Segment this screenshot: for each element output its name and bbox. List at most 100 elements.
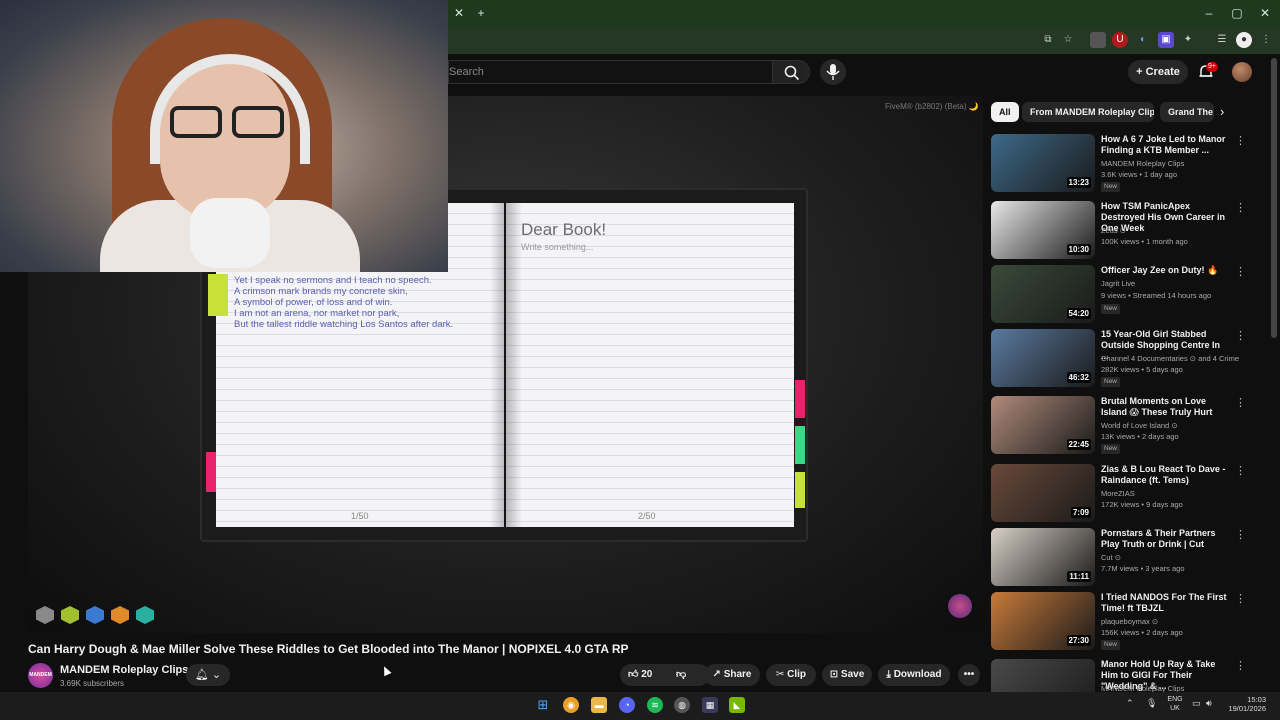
- recommendation-item[interactable]: 22:45 Brutal Moments on Love Island 😱 Th…: [991, 396, 1253, 458]
- display-icon[interactable]: ▭: [1192, 698, 1201, 709]
- new-badge: New: [1101, 444, 1121, 454]
- download-button[interactable]: ⤓ Download: [878, 664, 950, 686]
- recommendation-channel[interactable]: Cut ⊙: [1101, 553, 1241, 562]
- search-input[interactable]: Search: [448, 60, 772, 84]
- save-button[interactable]: ⊡ Save: [822, 664, 872, 686]
- recommendation-meta: 13K views • 2 days ago: [1101, 432, 1179, 441]
- video-thumbnail[interactable]: 11:11: [991, 528, 1095, 586]
- chip-grand-theft[interactable]: Grand The: [1160, 102, 1214, 122]
- recommendation-channel[interactable]: Zeus ⊙: [1101, 226, 1241, 235]
- file-explorer-icon[interactable]: ▬: [591, 697, 607, 713]
- recommendation-channel[interactable]: MoreZIAS: [1101, 489, 1241, 498]
- webcam-glasses: [170, 106, 222, 138]
- more-vertical-icon[interactable]: ⋮: [1235, 528, 1246, 541]
- subscription-bell-button[interactable]: 🔔︎ ⌄: [186, 664, 230, 686]
- recommendation-channel[interactable]: Channel 4 Documentaries ⊙ and 4 Crime: [1101, 354, 1241, 363]
- chrome-icon[interactable]: ◉: [563, 697, 579, 713]
- save-label: Save: [840, 669, 865, 680]
- create-button[interactable]: + Create: [1128, 60, 1188, 84]
- channel-avatar[interactable]: MANDEM: [28, 663, 53, 688]
- share-label: Share: [723, 669, 752, 680]
- recommendation-item[interactable]: 11:11 Pornstars & Their Partners Play Tr…: [991, 528, 1253, 590]
- discord-icon[interactable]: ◔: [619, 697, 635, 713]
- volume-icon[interactable]: 🔊︎: [1206, 698, 1212, 709]
- clip-button[interactable]: ✂ Clip: [766, 664, 816, 686]
- recommendation-title[interactable]: Brutal Moments on Love Island 😱 These Tr…: [1101, 396, 1229, 418]
- obs-icon[interactable]: ◍: [674, 697, 690, 713]
- input-language[interactable]: ENG UK: [1164, 695, 1186, 713]
- recommendation-title[interactable]: Pornstars & Their Partners Play Truth or…: [1101, 528, 1229, 550]
- sidebar-scrollbar[interactable]: [1271, 58, 1277, 338]
- new-tab-icon[interactable]: +: [468, 0, 494, 26]
- recommendation-channel[interactable]: plaqueboymax ⊙: [1101, 617, 1241, 626]
- recommendation-item[interactable]: 7:09 Zias & B Lou React To Dave - Rainda…: [991, 464, 1253, 526]
- recommendation-title[interactable]: I Tried NANDOS For The First Time! ft TB…: [1101, 592, 1229, 614]
- chevron-up-icon[interactable]: ⌃: [1126, 698, 1134, 709]
- video-duration: 11:11: [1067, 571, 1091, 582]
- recommendation-title[interactable]: Zias & B Lou React To Dave - Raindance (…: [1101, 464, 1229, 486]
- channel-watermark-icon[interactable]: [948, 594, 972, 618]
- voice-search-button[interactable]: [820, 59, 846, 85]
- system-clock[interactable]: 15:03 19/01/2026: [1222, 695, 1266, 713]
- recommendation-item[interactable]: 54:20 Officer Jay Zee on Duty! 🔥 Jagrit …: [991, 265, 1253, 327]
- nvidia-icon[interactable]: ◣: [729, 697, 745, 713]
- minimize-icon[interactable]: –: [1196, 0, 1222, 26]
- chip-all[interactable]: All: [991, 102, 1019, 122]
- channel-name[interactable]: MANDEM Roleplay Clips: [60, 664, 188, 676]
- more-vertical-icon[interactable]: ⋮: [1235, 592, 1246, 605]
- more-vertical-icon[interactable]: ⋮: [1235, 659, 1246, 672]
- video-thumbnail[interactable]: [991, 659, 1095, 692]
- recommendation-item[interactable]: Manor Hold Up Ray & Take Him to GIGI For…: [991, 659, 1253, 692]
- recommendation-item[interactable]: 46:32 15 Year-Old Girl Stabbed Outside S…: [991, 329, 1253, 391]
- windows-start-icon[interactable]: ⊞: [535, 697, 551, 713]
- bookmark-tab-pink: [206, 452, 216, 492]
- video-thumbnail[interactable]: 46:32: [991, 329, 1095, 387]
- more-vertical-icon[interactable]: ⋮: [1235, 134, 1246, 147]
- dislike-button[interactable]: 👎︎: [676, 664, 686, 686]
- bookmark-star-icon[interactable]: ☆: [1060, 32, 1076, 48]
- reading-list-icon[interactable]: ☰: [1214, 32, 1230, 48]
- recommendation-channel[interactable]: Jagrit Live: [1101, 279, 1241, 288]
- video-thumbnail[interactable]: 10:30: [991, 201, 1095, 259]
- browser-menu-icon[interactable]: ⋮: [1258, 32, 1274, 48]
- spotify-icon[interactable]: ≋: [647, 697, 663, 713]
- like-button[interactable]: 👍︎ 20: [628, 669, 652, 680]
- recommendation-channel[interactable]: MANDEM Roleplay Clips: [1101, 159, 1241, 168]
- profile-icon[interactable]: ●: [1236, 32, 1252, 48]
- video-thumbnail[interactable]: 13:23: [991, 134, 1095, 192]
- more-actions-button[interactable]: •••: [958, 664, 980, 686]
- video-thumbnail[interactable]: 7:09: [991, 464, 1095, 522]
- search-button[interactable]: [772, 60, 810, 84]
- maximize-icon[interactable]: ▢: [1224, 0, 1250, 26]
- video-thumbnail[interactable]: 54:20: [991, 265, 1095, 323]
- cast-icon[interactable]: ⧉: [1040, 32, 1056, 48]
- video-thumbnail[interactable]: 27:30: [991, 592, 1095, 650]
- recommendation-item[interactable]: 13:23 How A 6 7 Joke Led to Manor Findin…: [991, 134, 1253, 196]
- recommendation-title[interactable]: Officer Jay Zee on Duty! 🔥: [1101, 265, 1229, 276]
- window-close-icon[interactable]: ✕: [1252, 0, 1278, 26]
- more-vertical-icon[interactable]: ⋮: [1235, 464, 1246, 477]
- video-thumbnail[interactable]: 22:45: [991, 396, 1095, 454]
- account-avatar[interactable]: [1232, 62, 1252, 82]
- share-button[interactable]: ↗ Share: [704, 664, 760, 686]
- chevron-right-icon[interactable]: ›: [1220, 104, 1224, 119]
- recommendation-channel[interactable]: MANDEM Roleplay Clips: [1101, 684, 1241, 692]
- app-icon[interactable]: ▦: [702, 697, 718, 713]
- more-vertical-icon[interactable]: ⋮: [1235, 396, 1246, 409]
- notebook-write-field[interactable]: Write something...: [521, 242, 593, 252]
- recommendation-channel[interactable]: World of Love Island ⊙: [1101, 421, 1241, 430]
- twitch-extension-icon[interactable]: ▣: [1158, 32, 1174, 48]
- microphone-tray-icon[interactable]: 🎙︎: [1146, 698, 1157, 709]
- recommendation-title[interactable]: How A 6 7 Joke Led to Manor Finding a KT…: [1101, 134, 1229, 156]
- more-vertical-icon[interactable]: ⋮: [1235, 329, 1246, 342]
- ublock-icon[interactable]: U: [1112, 32, 1128, 48]
- more-vertical-icon[interactable]: ⋮: [1235, 201, 1246, 214]
- recommendation-item[interactable]: 10:30 How TSM PanicApex Destroyed His Ow…: [991, 201, 1253, 263]
- chip-from-channel[interactable]: From MANDEM Roleplay Clips: [1022, 102, 1154, 122]
- more-vertical-icon[interactable]: ⋮: [1235, 265, 1246, 278]
- video-duration: 27:30: [1066, 635, 1091, 646]
- audio-extension-icon[interactable]: ◖: [1134, 32, 1150, 48]
- extensions-puzzle-icon[interactable]: ✦: [1180, 32, 1196, 48]
- recommendation-item[interactable]: 27:30 I Tried NANDOS For The First Time!…: [991, 592, 1253, 654]
- extension-icon[interactable]: [1090, 32, 1106, 48]
